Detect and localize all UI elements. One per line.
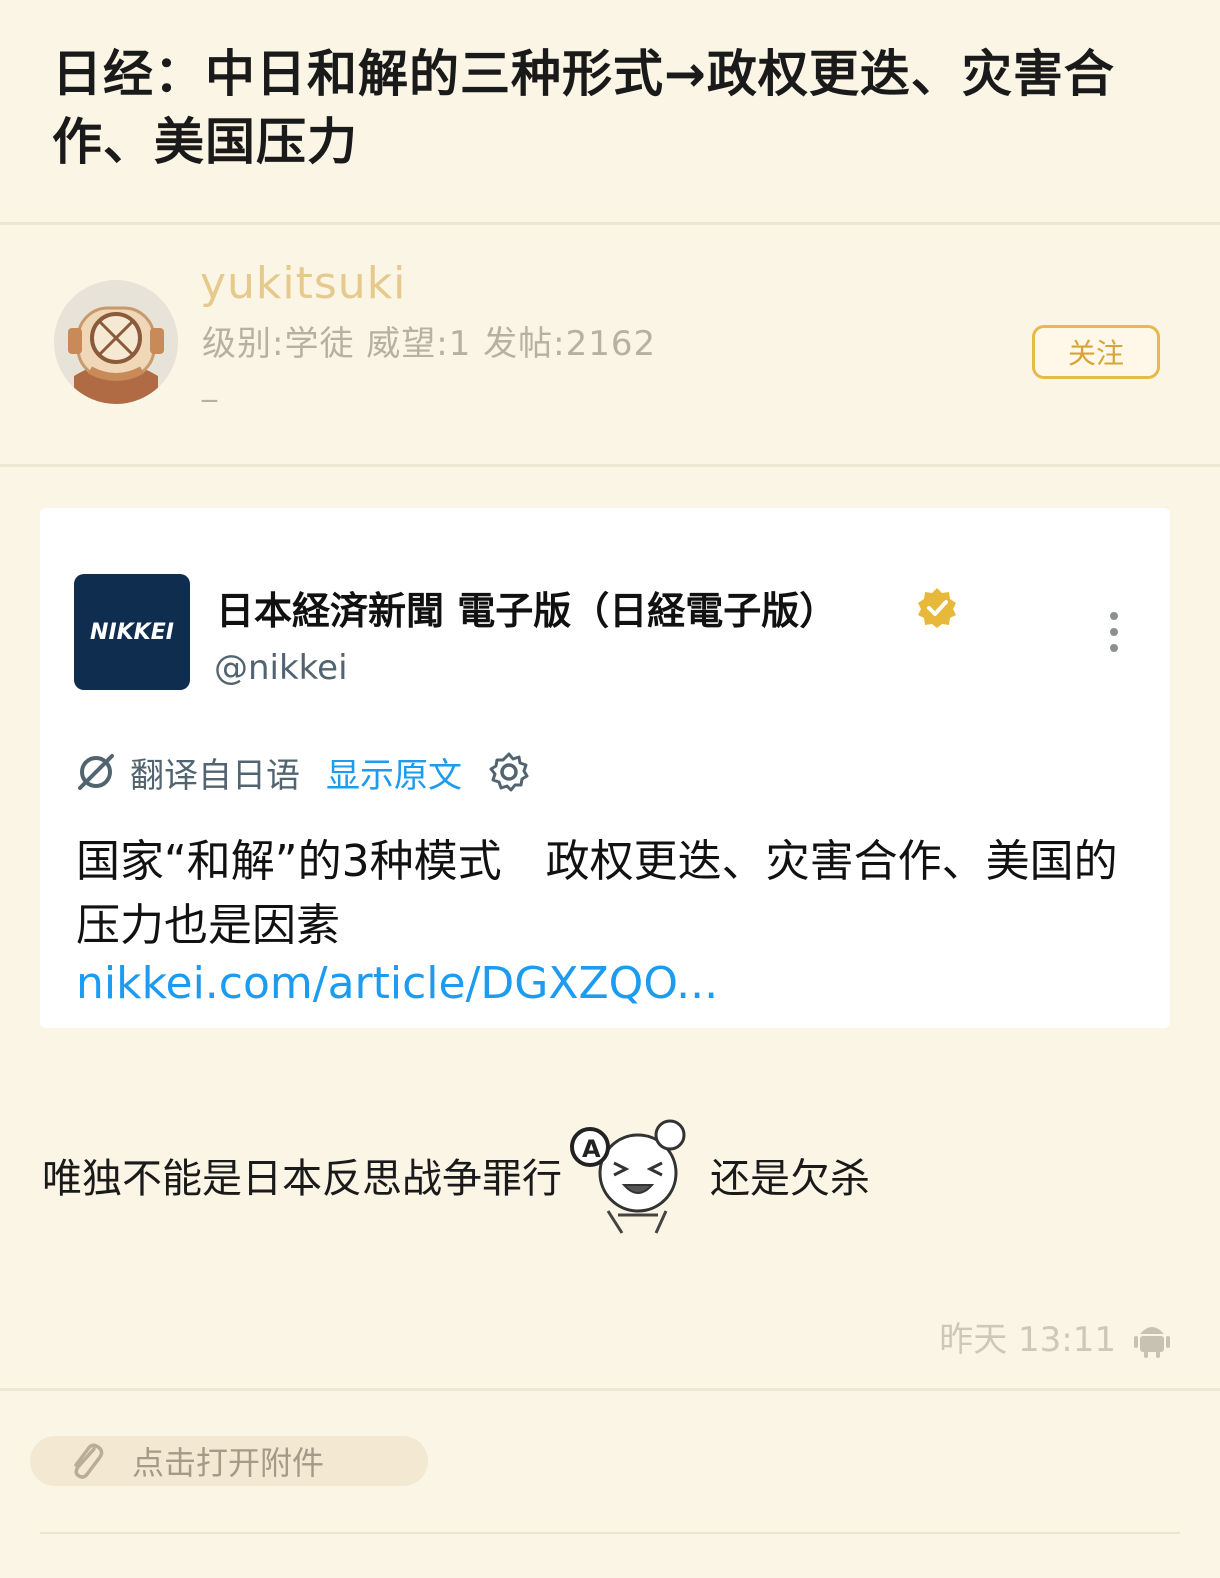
- translated-from-label: 翻译自日语: [130, 755, 300, 796]
- account-handle[interactable]: @nikkei: [214, 648, 348, 688]
- divider-bottom: [0, 1388, 1220, 1391]
- user-signature: _: [202, 368, 217, 403]
- android-icon: [1134, 1327, 1170, 1358]
- tweet-card[interactable]: NIKKEI 日本経済新聞 電子版（日経電子版） @nikkei 翻译自日语 显…: [40, 508, 1170, 1028]
- username[interactable]: yukitsuki: [200, 258, 406, 309]
- post-title: 日经：中日和解的三种形式→政权更迭、灾害合作、美国压力: [52, 45, 1115, 171]
- show-original-link[interactable]: 显示原文: [326, 748, 462, 797]
- more-vertical-icon[interactable]: [1104, 612, 1124, 658]
- paperclip-icon: [74, 1443, 104, 1479]
- diving-helmet-icon: [54, 280, 178, 404]
- follow-button[interactable]: 关注: [1032, 325, 1160, 379]
- account-name[interactable]: 日本経済新聞 電子版（日経電子版）: [216, 580, 837, 635]
- verified-badge-icon: [918, 588, 956, 628]
- reply-text-after: 还是欠杀: [710, 1156, 870, 1202]
- translate-row: 翻译自日语 显示原文: [74, 748, 530, 796]
- divider-author: [0, 464, 1220, 467]
- attachment-label: 点击打开附件: [132, 1444, 325, 1482]
- tweet-link[interactable]: nikkei.com/article/DGXZQO...: [76, 958, 718, 1009]
- post-timestamp: 昨天 13:11: [939, 1320, 1116, 1360]
- divider-footer: [40, 1532, 1180, 1534]
- tweet-text: 国家“和解”的3种模式 政权更迭、灾害合作、美国的压力也是因素: [76, 836, 1118, 951]
- open-attachment-button[interactable]: 点击打开附件: [30, 1436, 428, 1486]
- nikkei-logo: NIKKEI: [74, 574, 190, 690]
- reply-text-before: 唯独不能是日本反思战争罪行: [42, 1156, 562, 1202]
- avatar[interactable]: [54, 280, 178, 404]
- reply-content: 唯独不能是日本反思战争罪行 A 还是欠杀: [42, 1119, 870, 1234]
- divider-top: [0, 222, 1220, 225]
- translate-icon: [78, 754, 114, 790]
- gear-icon[interactable]: [488, 751, 530, 793]
- user-stats: 级别:学徒 威望:1 发帖:2162: [202, 324, 657, 364]
- svg-text:A: A: [582, 1135, 601, 1163]
- sticker-laughing-girl: A: [570, 1119, 686, 1234]
